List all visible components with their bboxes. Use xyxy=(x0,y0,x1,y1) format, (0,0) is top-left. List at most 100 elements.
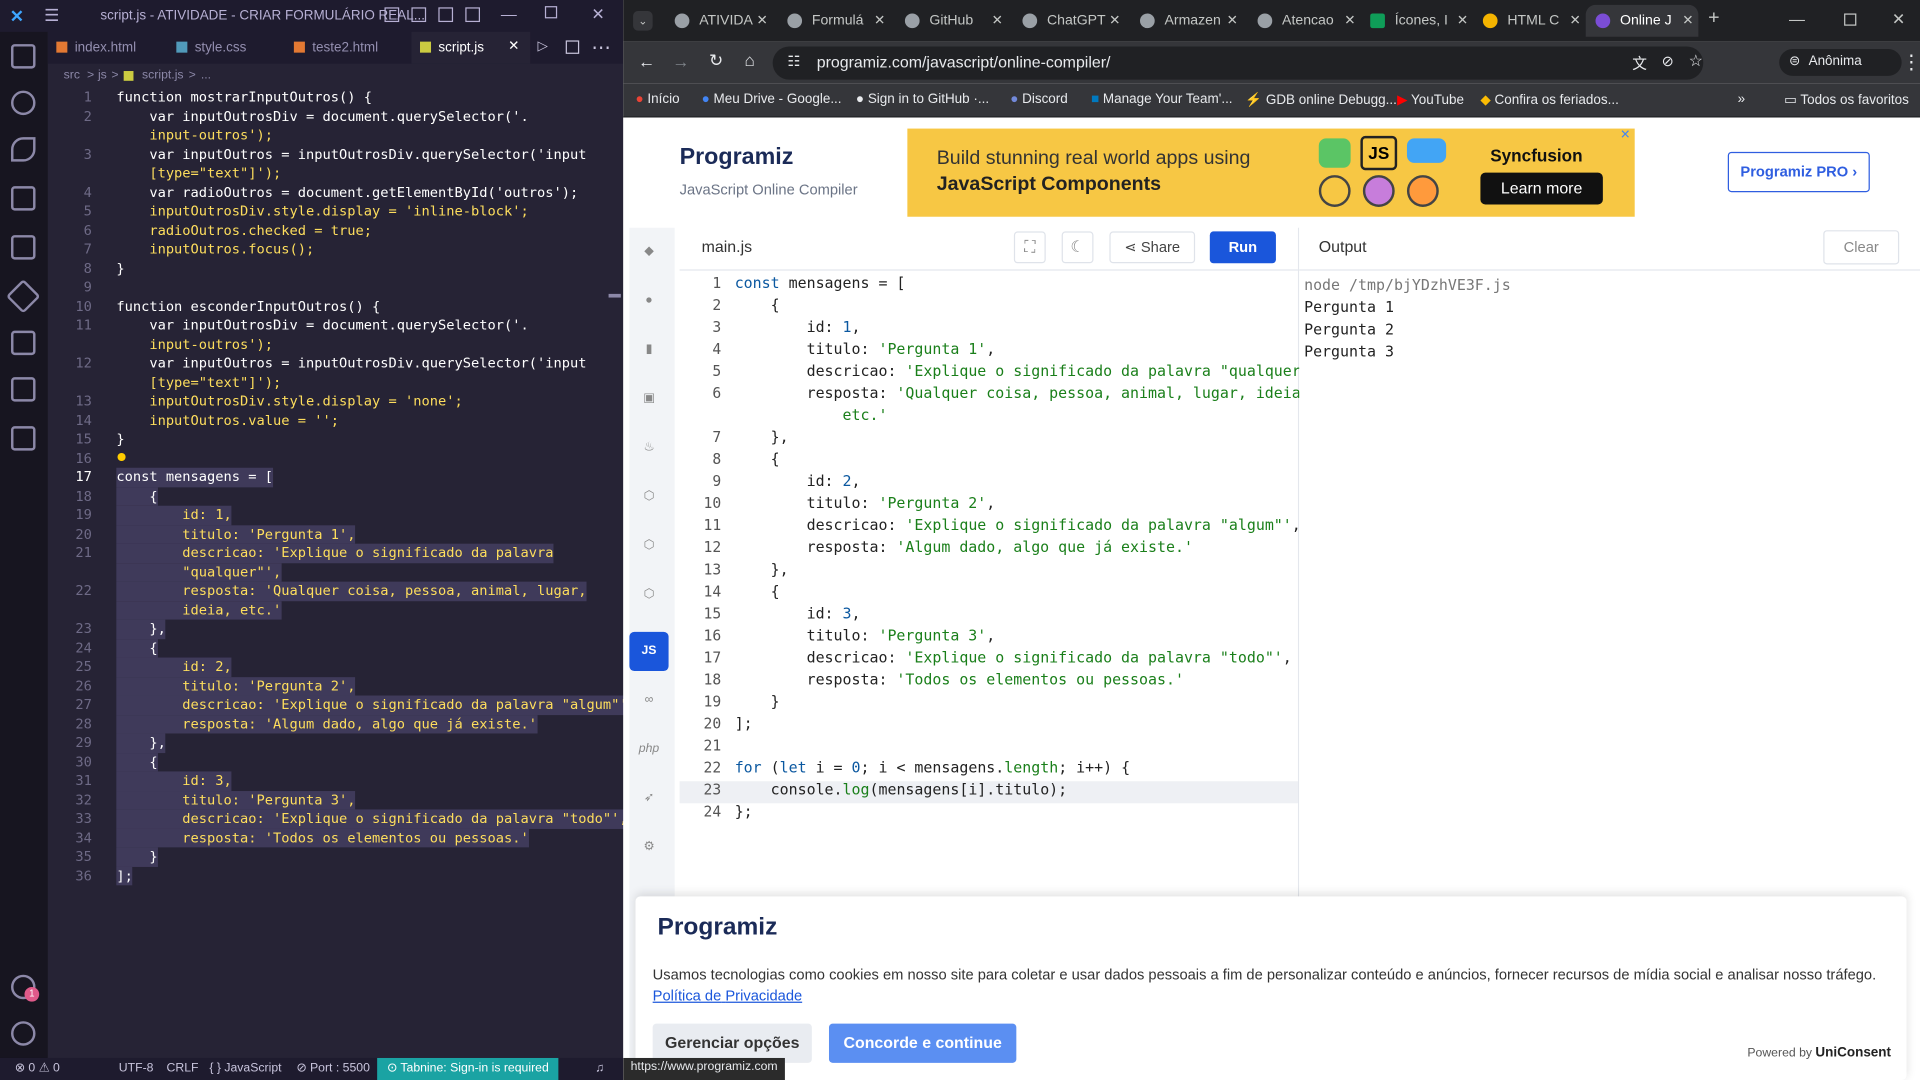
javascript-lang-button[interactable]: JS xyxy=(629,631,669,672)
programiz-logo[interactable]: Programiz xyxy=(680,144,794,171)
go-icon[interactable]: ∞ xyxy=(629,681,668,720)
port-status[interactable]: ⊘ Port : 5500 xyxy=(296,1062,370,1075)
settings-gear-icon[interactable] xyxy=(11,1021,36,1046)
python-icon[interactable]: ◆ xyxy=(629,233,668,272)
site-info-icon[interactable]: ☷ xyxy=(787,53,800,70)
eol-status[interactable]: CRLF xyxy=(167,1062,199,1075)
html-icon[interactable]: ▣ xyxy=(629,380,668,419)
new-tab-icon[interactable]: + xyxy=(1708,7,1719,29)
all-bookmarks[interactable]: ▭ Todos os favoritos xyxy=(1784,92,1909,108)
browser-tab[interactable]: Formulá ✕ xyxy=(778,5,891,37)
code-editor[interactable]: 1 function mostrarInputOutros() {2 var in… xyxy=(48,86,636,1058)
bookmark-item[interactable]: ● Discord xyxy=(1010,92,1068,107)
tab-script-js[interactable]: script.js ✕ xyxy=(411,31,531,64)
close-tab-icon[interactable]: ✕ xyxy=(756,12,767,28)
r-icon[interactable]: ● xyxy=(629,282,668,321)
browser-tab-active[interactable]: Online J ✕ xyxy=(1585,4,1699,37)
minimize-icon[interactable]: — xyxy=(1789,10,1805,28)
tab-style-css[interactable]: style.css xyxy=(168,32,286,64)
browser-tab[interactable]: Armazen ✕ xyxy=(1130,5,1243,37)
docker-icon[interactable] xyxy=(11,426,36,451)
encoding-status[interactable]: UTF-8 xyxy=(119,1062,154,1075)
close-tab-icon[interactable]: ✕ xyxy=(1457,12,1468,28)
maximize-icon[interactable] xyxy=(1844,13,1857,26)
split-editor-icon[interactable] xyxy=(565,40,580,54)
bookmark-item[interactable]: ■ Manage Your Team'... xyxy=(1091,92,1233,107)
ad-learn-more-button[interactable]: Learn more xyxy=(1480,172,1603,205)
tabnine-status[interactable]: ⊙ Tabnine: Sign-in is required xyxy=(377,1057,559,1080)
translate-icon[interactable]: 文 xyxy=(1632,53,1647,74)
more-bookmarks-icon[interactable]: » xyxy=(1738,92,1746,107)
browser-tab[interactable]: HTML C ✕ xyxy=(1473,5,1586,37)
search-icon[interactable] xyxy=(11,90,36,116)
bookmark-item[interactable]: ● Meu Drive - Google... xyxy=(702,92,842,107)
remote-explorer-icon[interactable] xyxy=(5,279,41,314)
run-button[interactable]: Run xyxy=(1209,231,1276,264)
csharp-icon[interactable]: ⬡ xyxy=(629,576,668,615)
share-button[interactable]: ⋖ Share xyxy=(1109,231,1196,264)
privacy-policy-link[interactable]: Política de Privacidade xyxy=(653,987,803,1004)
agree-continue-button[interactable]: Concorde e continue xyxy=(828,1023,1017,1063)
extensions-icon[interactable] xyxy=(11,235,36,260)
maximize-icon[interactable] xyxy=(544,6,558,19)
breadcrumb-src[interactable]: src xyxy=(64,69,80,82)
tab-search-icon[interactable]: ⌄ xyxy=(633,11,653,31)
bookmark-item[interactable]: ● Sign in to GitHub ·... xyxy=(856,92,989,107)
menu-icon[interactable]: ☰ xyxy=(44,5,59,26)
browser-tab[interactable]: Atencao ✕ xyxy=(1248,5,1361,37)
rust-icon[interactable]: ⚙ xyxy=(629,828,668,867)
browser-tab[interactable]: ChatGPT ✕ xyxy=(1013,5,1126,37)
bookmark-star-icon[interactable]: ☆ xyxy=(1689,51,1703,71)
minimize-icon[interactable]: — xyxy=(501,5,517,23)
source-control-icon[interactable] xyxy=(11,137,36,162)
dark-mode-button[interactable]: ☾ xyxy=(1061,231,1094,264)
php-lang-button[interactable]: php xyxy=(629,730,668,769)
tab-index-html[interactable]: index.html xyxy=(48,32,168,64)
incognito-profile[interactable]: ⊜ Anônima xyxy=(1779,48,1902,76)
more-actions-icon[interactable]: ⋯ xyxy=(591,36,611,60)
eye-off-icon[interactable]: ⊘ xyxy=(1662,53,1674,70)
close-tab-icon[interactable]: ✕ xyxy=(1570,12,1581,28)
editor-file-tab[interactable]: main.js xyxy=(702,238,752,256)
explorer-icon[interactable] xyxy=(11,44,36,69)
minimap-scroll[interactable] xyxy=(608,293,621,298)
browser-tab[interactable]: ATIVIDA ✕ xyxy=(665,5,773,37)
close-tab-icon[interactable]: ✕ xyxy=(1344,12,1355,28)
swift-icon[interactable]: ➶ xyxy=(629,779,668,818)
ad-banner[interactable]: Build stunning real world apps using Jav… xyxy=(907,128,1635,217)
close-tab-icon[interactable]: ✕ xyxy=(1227,12,1238,28)
clear-button[interactable]: Clear xyxy=(1823,230,1900,265)
layout-secondary-icon[interactable] xyxy=(438,7,454,23)
bookmark-item[interactable]: ◆ Confira os feriados... xyxy=(1480,92,1618,108)
run-debug-icon[interactable] xyxy=(11,186,36,211)
tab-teste2-html[interactable]: teste2.html xyxy=(285,32,411,64)
browser-tab[interactable]: GitHub ✕ xyxy=(895,5,1008,37)
browser-tab[interactable]: Ícones, I ✕ xyxy=(1360,5,1473,37)
problems-status[interactable]: ⊗ 0 ⚠ 0 xyxy=(15,1062,60,1075)
layout-sidebar-icon[interactable] xyxy=(384,7,400,23)
java-icon[interactable]: ♨ xyxy=(629,429,668,468)
ad-close-icon[interactable]: ✕ xyxy=(1620,129,1630,142)
testing-icon[interactable] xyxy=(11,377,36,402)
bookmark-item[interactable]: ⚡ GDB online Debugg... xyxy=(1245,92,1397,108)
fullscreen-button[interactable]: ⛶ xyxy=(1013,231,1046,264)
back-icon[interactable]: ← xyxy=(638,51,655,71)
forward-icon[interactable]: → xyxy=(672,51,689,71)
close-tab-icon[interactable]: ✕ xyxy=(992,12,1003,28)
close-tab-icon[interactable]: ✕ xyxy=(1682,12,1693,28)
reload-icon[interactable]: ↻ xyxy=(709,50,723,71)
live-share-icon[interactable] xyxy=(11,330,36,356)
run-file-icon[interactable]: ▷ xyxy=(538,38,548,54)
breadcrumb-js[interactable]: js xyxy=(98,69,107,82)
lightbulb-icon[interactable]: ● xyxy=(118,447,126,466)
url-input[interactable]: ☷ programiz.com/javascript/online-compil… xyxy=(772,46,1704,80)
bookmark-item[interactable]: ▶ YouTube xyxy=(1397,92,1464,108)
cpp-icon[interactable]: ⬡ xyxy=(629,527,668,566)
layout-custom-icon[interactable] xyxy=(465,7,481,23)
programiz-pro-button[interactable]: Programiz PRO › xyxy=(1727,151,1870,193)
layout-panel-icon[interactable] xyxy=(411,7,427,23)
close-icon[interactable]: ✕ xyxy=(591,5,604,25)
close-window-icon[interactable]: ✕ xyxy=(1892,10,1905,30)
sql-icon[interactable]: ▮ xyxy=(629,331,668,370)
c-icon[interactable]: ⬡ xyxy=(629,478,668,517)
